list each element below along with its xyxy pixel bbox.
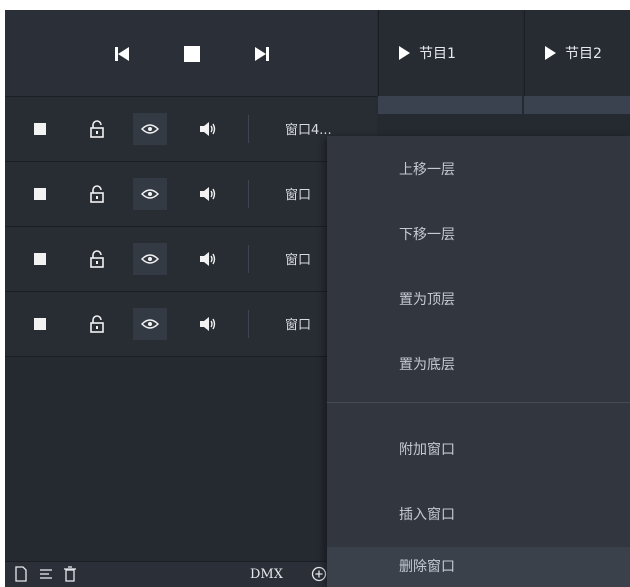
- layer-row[interactable]: 窗口: [5, 227, 377, 292]
- row-divider: [248, 310, 249, 338]
- speaker-icon[interactable]: [198, 184, 218, 204]
- tab-program-1-label: 节目1: [419, 46, 456, 62]
- context-menu: 上移一层 下移一层 置为顶层 置为底层 附加窗口 插入窗口 删除窗口: [327, 136, 630, 587]
- layer-name: 窗口4...: [285, 123, 332, 138]
- row-divider: [248, 180, 249, 208]
- dmx-button[interactable]: DMX: [250, 567, 283, 582]
- lock-icon[interactable]: [87, 184, 107, 204]
- list-icon[interactable]: [38, 566, 54, 582]
- new-file-icon[interactable]: [13, 566, 29, 582]
- speaker-icon[interactable]: [198, 314, 218, 334]
- eye-icon[interactable]: [140, 184, 160, 204]
- layer-row[interactable]: 窗口: [5, 162, 377, 227]
- program-2-timeline: [524, 96, 630, 114]
- menu-item-move-down-layer[interactable]: 下移一层: [327, 215, 630, 255]
- tab-program-1[interactable]: 节目1: [378, 10, 522, 96]
- eye-icon[interactable]: [140, 119, 160, 139]
- app-window: 节目1 节目2 窗口4... 窗口 窗口 窗口 DMX 上移一层 下移一层 置为…: [5, 10, 630, 587]
- add-circle-icon[interactable]: [311, 566, 327, 582]
- stop-icon[interactable]: [182, 44, 202, 64]
- checkbox-icon[interactable]: [30, 119, 50, 139]
- menu-item-move-up-layer[interactable]: 上移一层: [327, 150, 630, 190]
- tab-program-2-label: 节目2: [565, 46, 602, 62]
- menu-item-append-window[interactable]: 附加窗口: [327, 430, 630, 470]
- lock-icon[interactable]: [87, 119, 107, 139]
- lock-icon[interactable]: [87, 249, 107, 269]
- layer-name: 窗口: [285, 188, 312, 203]
- program-1-timeline: [378, 96, 522, 114]
- row-divider: [248, 245, 249, 273]
- lock-icon[interactable]: [87, 314, 107, 334]
- layer-name: 窗口: [285, 253, 312, 268]
- tab-program-2[interactable]: 节目2: [524, 10, 630, 96]
- checkbox-icon[interactable]: [30, 249, 50, 269]
- menu-item-insert-window[interactable]: 插入窗口: [327, 495, 630, 535]
- menu-divider: [327, 402, 630, 403]
- checkbox-icon[interactable]: [30, 184, 50, 204]
- row-divider: [248, 115, 249, 143]
- play-icon: [399, 46, 410, 60]
- skip-previous-icon[interactable]: [112, 44, 132, 64]
- trash-icon[interactable]: [62, 566, 78, 582]
- eye-icon[interactable]: [140, 249, 160, 269]
- menu-item-delete-window[interactable]: 删除窗口: [327, 547, 630, 587]
- transport-bar: [5, 10, 377, 97]
- layer-row[interactable]: 窗口: [5, 292, 377, 357]
- layer-row[interactable]: 窗口4...: [5, 97, 377, 162]
- eye-icon[interactable]: [140, 314, 160, 334]
- speaker-icon[interactable]: [198, 249, 218, 269]
- layer-name: 窗口: [285, 318, 312, 333]
- menu-item-bring-to-top[interactable]: 置为顶层: [327, 280, 630, 320]
- bottom-toolbar: DMX: [5, 561, 377, 587]
- checkbox-icon[interactable]: [30, 314, 50, 334]
- menu-item-send-to-bottom[interactable]: 置为底层: [327, 345, 630, 385]
- play-icon: [545, 46, 556, 60]
- skip-next-icon[interactable]: [252, 44, 272, 64]
- speaker-icon[interactable]: [198, 119, 218, 139]
